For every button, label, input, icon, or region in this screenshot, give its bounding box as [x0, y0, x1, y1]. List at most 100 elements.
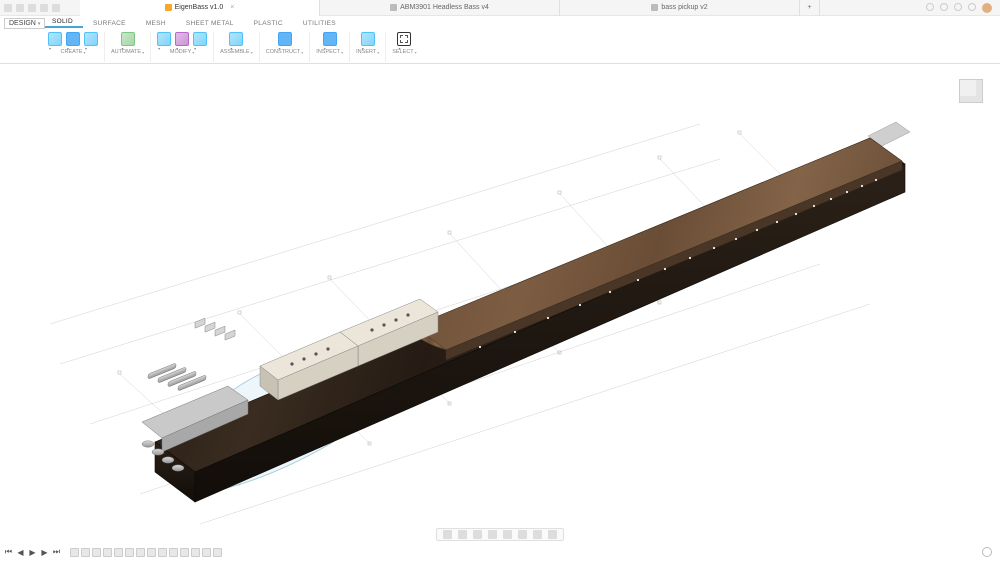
timeline-settings-icon[interactable]: [982, 547, 992, 557]
timeline-feature[interactable]: [191, 548, 200, 557]
model-render: [0, 64, 1000, 534]
pan-icon[interactable]: [473, 530, 482, 539]
pressupull-icon[interactable]: [157, 32, 171, 46]
extrude-icon[interactable]: [84, 32, 98, 46]
document-tabs: EigenBass v1.0 × ABM3901 Headless Bass v4…: [80, 0, 926, 16]
group-label[interactable]: AUTOMATE: [111, 49, 144, 55]
group-label[interactable]: MODIFY: [170, 49, 194, 55]
group-label[interactable]: CONSTRUCT: [266, 49, 304, 55]
ribbon-tab-mesh[interactable]: MESH: [136, 20, 176, 27]
timeline-feature[interactable]: [202, 548, 211, 557]
timeline: ⏮ ◀ ▶ ▶ ⏭: [4, 545, 996, 559]
fillet-icon[interactable]: [175, 32, 189, 46]
timeline-feature[interactable]: [136, 548, 145, 557]
ribbon-tab-solid[interactable]: SOLID: [42, 18, 83, 28]
navigation-bar: [0, 527, 1000, 541]
shell-icon[interactable]: [193, 32, 207, 46]
automate-icon[interactable]: [121, 32, 135, 46]
zoom-icon[interactable]: [488, 530, 497, 539]
workspace-label: DESIGN: [9, 20, 36, 27]
undo-icon[interactable]: [40, 4, 48, 12]
ribbon-tab-sheetmetal[interactable]: SHEET METAL: [176, 20, 244, 27]
ribbon-tabs: SOLID SURFACE MESH SHEET METAL PLASTIC U…: [0, 16, 1000, 30]
group-modify: MODIFY: [151, 32, 214, 62]
timeline-feature[interactable]: [180, 548, 189, 557]
timeline-feature[interactable]: [103, 548, 112, 557]
group-label[interactable]: INSERT: [356, 49, 379, 55]
orbit-icon[interactable]: [443, 530, 452, 539]
timeline-feature[interactable]: [158, 548, 167, 557]
group-inspect: INSPECT: [310, 32, 350, 62]
viewports-icon[interactable]: [548, 530, 557, 539]
viewport-3d[interactable]: [0, 64, 1000, 534]
document-tab-1[interactable]: ABM3901 Headless Bass v4: [320, 0, 560, 16]
notifications-icon[interactable]: [940, 3, 948, 11]
new-tab-button[interactable]: +: [800, 0, 820, 16]
grid-icon[interactable]: [533, 530, 542, 539]
display-settings-icon[interactable]: [518, 530, 527, 539]
timeline-back-icon[interactable]: ◀: [16, 548, 25, 557]
title-right: [926, 3, 1000, 13]
file-icon[interactable]: [16, 4, 24, 12]
group-select: SELECT: [386, 32, 422, 62]
jobs-icon[interactable]: [968, 3, 976, 11]
group-create: CREATE: [42, 32, 105, 62]
new-component-icon[interactable]: [48, 32, 62, 46]
workspace-switcher[interactable]: DESIGN: [4, 18, 45, 29]
timeline-start-icon[interactable]: ⏮: [4, 548, 13, 557]
timeline-feature[interactable]: [70, 548, 79, 557]
group-label[interactable]: CREATE: [61, 49, 86, 55]
timeline-feature[interactable]: [81, 548, 90, 557]
body-side: [195, 164, 905, 502]
timeline-feature[interactable]: [92, 548, 101, 557]
fretboard-side: [446, 161, 902, 360]
timeline-fwd-icon[interactable]: ▶: [40, 548, 49, 557]
timeline-feature[interactable]: [114, 548, 123, 557]
group-label[interactable]: SELECT: [392, 49, 416, 55]
sketch-icon[interactable]: [66, 32, 80, 46]
timeline-end-icon[interactable]: ⏭: [52, 548, 61, 557]
look-icon[interactable]: [458, 530, 467, 539]
title-bar: EigenBass v1.0 × ABM3901 Headless Bass v4…: [0, 0, 1000, 16]
fusion-file-icon: [165, 4, 172, 11]
fit-icon[interactable]: [503, 530, 512, 539]
ribbon-tab-plastic[interactable]: PLASTIC: [244, 20, 293, 27]
timeline-feature[interactable]: [213, 548, 222, 557]
user-avatar[interactable]: [982, 3, 992, 13]
document-tab-label: ABM3901 Headless Bass v4: [400, 4, 489, 11]
timeline-feature[interactable]: [147, 548, 156, 557]
timeline-feature[interactable]: [169, 548, 178, 557]
fusion-file-icon: [390, 4, 397, 11]
select-icon[interactable]: [397, 32, 411, 46]
save-icon[interactable]: [28, 4, 36, 12]
timeline-feature[interactable]: [125, 548, 134, 557]
joint-icon[interactable]: [229, 32, 243, 46]
extensions-icon[interactable]: [926, 3, 934, 11]
ribbon: DESIGN SOLID SURFACE MESH SHEET METAL PL…: [0, 16, 1000, 64]
quick-access: [0, 4, 60, 12]
fretboard-top: [414, 138, 902, 350]
group-label[interactable]: ASSEMBLE: [220, 49, 253, 55]
view-cube[interactable]: [954, 74, 988, 108]
help-icon[interactable]: [954, 3, 962, 11]
close-icon[interactable]: ×: [230, 4, 234, 11]
document-tab-2[interactable]: bass pickup v2: [560, 0, 800, 16]
insert-icon[interactable]: [361, 32, 375, 46]
timeline-features: [70, 548, 222, 557]
measure-icon[interactable]: [323, 32, 337, 46]
document-tab-0[interactable]: EigenBass v1.0 ×: [80, 0, 320, 16]
document-tab-label: EigenBass v1.0: [175, 4, 224, 11]
group-insert: INSERT: [350, 32, 386, 62]
nav-tools: [436, 528, 564, 541]
cube-face[interactable]: [959, 79, 983, 103]
redo-icon[interactable]: [52, 4, 60, 12]
ribbon-groups: CREATE AUTOMATE MODIFY ASSEMBLE CONSTRUC…: [0, 30, 1000, 64]
fusion-file-icon: [651, 4, 658, 11]
group-label[interactable]: INSPECT: [316, 49, 343, 55]
document-tab-label: bass pickup v2: [661, 4, 707, 11]
group-automate: AUTOMATE: [105, 32, 151, 62]
plane-icon[interactable]: [278, 32, 292, 46]
timeline-play-icon[interactable]: ▶: [28, 548, 37, 557]
ribbon-tab-utilities[interactable]: UTILITIES: [293, 20, 346, 27]
ribbon-tab-surface[interactable]: SURFACE: [83, 20, 136, 27]
